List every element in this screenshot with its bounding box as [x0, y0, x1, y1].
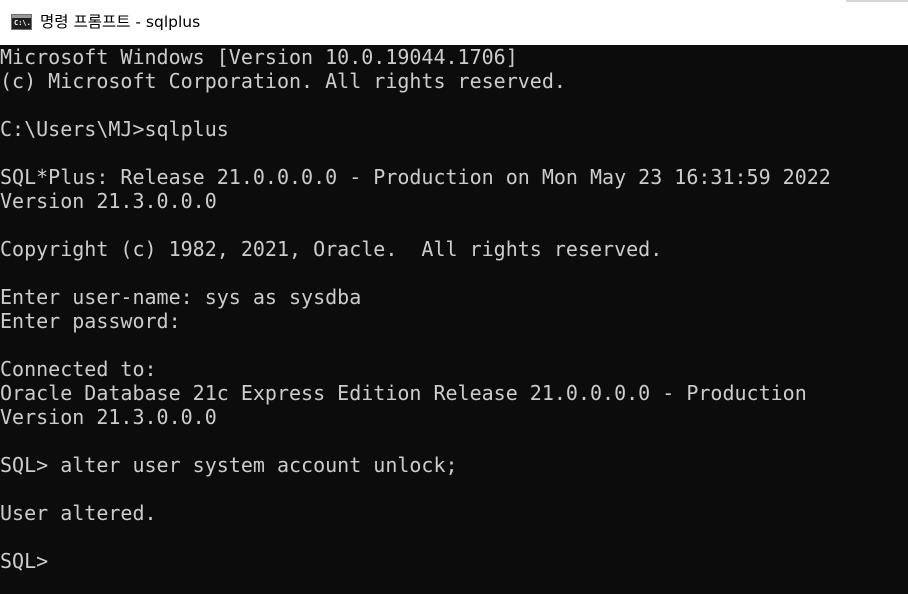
console-line: Version 21.3.0.0.0 — [0, 405, 217, 429]
console-line: C:\Users\MJ>sqlplus — [0, 117, 229, 141]
console-prompt-line[interactable]: SQL> — [0, 549, 48, 573]
cmd-icon-glyph: C:\. — [14, 19, 31, 27]
console-output[interactable]: Microsoft Windows [Version 10.0.19044.17… — [0, 45, 908, 594]
command-prompt-window: C:\. 명령 프롬프트 - sqlplus Microsoft Windows… — [0, 0, 908, 594]
console-line: User altered. — [0, 501, 157, 525]
console-line: Enter user-name: sys as sysdba — [0, 285, 362, 309]
console-line: Microsoft Windows [Version 10.0.19044.17… — [0, 45, 518, 69]
title-bar-edge — [846, 0, 908, 2]
console-line: Enter password: — [0, 309, 181, 333]
cmd-icon[interactable]: C:\. — [11, 14, 32, 30]
console-line: Connected to: — [0, 357, 157, 381]
console-line: SQL> alter user system account unlock; — [0, 453, 458, 477]
title-bar[interactable]: C:\. 명령 프롬프트 - sqlplus — [0, 0, 908, 45]
window-title: 명령 프롬프트 - sqlplus — [40, 13, 201, 31]
console-line: SQL*Plus: Release 21.0.0.0.0 - Productio… — [0, 165, 831, 189]
console-line: Oracle Database 21c Express Edition Rele… — [0, 381, 807, 405]
console-line: Version 21.3.0.0.0 — [0, 189, 217, 213]
console-line: (c) Microsoft Corporation. All rights re… — [0, 69, 566, 93]
console-line: Copyright (c) 1982, 2021, Oracle. All ri… — [0, 237, 663, 261]
